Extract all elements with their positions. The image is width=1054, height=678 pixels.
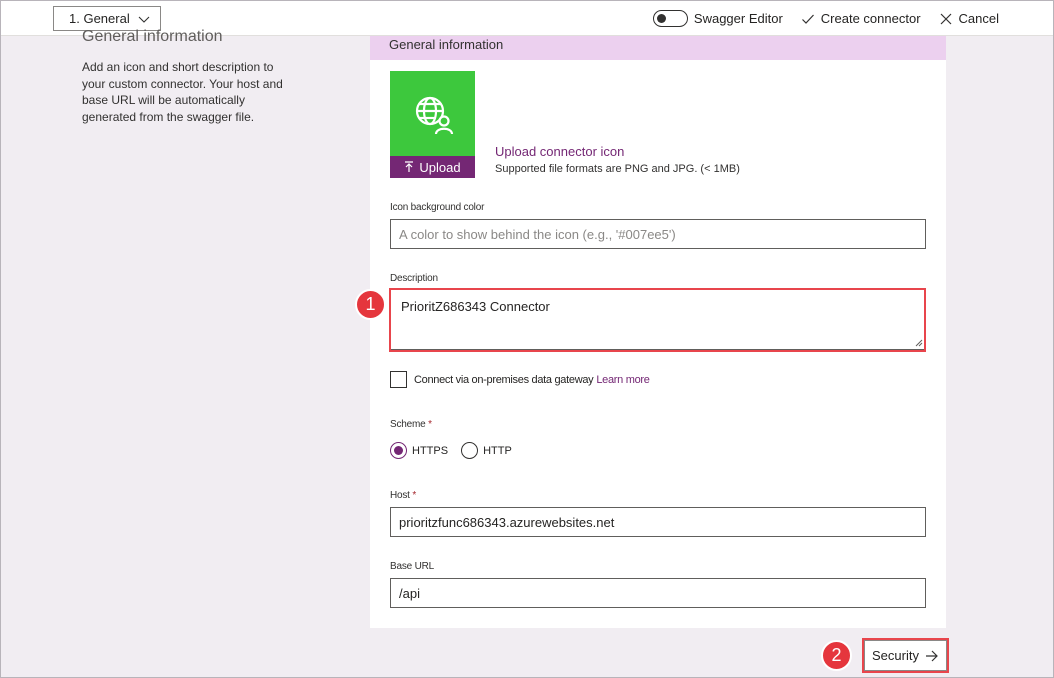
close-icon	[940, 13, 951, 24]
scheme-label: Scheme *	[390, 419, 432, 430]
required-marker: *	[428, 419, 432, 430]
host-label-text: Host	[390, 490, 410, 501]
upload-connector-icon-link[interactable]: Upload connector icon	[495, 144, 624, 159]
section-description: Add an icon and short description to you…	[82, 60, 283, 124]
scheme-label-text: Scheme	[390, 419, 426, 430]
toggle-knob	[656, 14, 666, 23]
step-dropdown-label: 1. General	[69, 11, 130, 26]
checkmark-icon	[801, 14, 814, 24]
scheme-option-http-label: HTTP	[483, 444, 512, 457]
upload-format-note: Supported file formats are PNG and JPG. …	[495, 163, 740, 175]
swagger-editor-label: Swagger Editor	[693, 11, 783, 26]
base-url-input[interactable]: /api	[390, 578, 926, 608]
cancel-label: Cancel	[958, 11, 999, 26]
upload-button[interactable]: Upload	[390, 156, 475, 178]
icon-bg-color-input[interactable]: A color to show behind the icon (e.g., '…	[390, 219, 926, 249]
app-frame: 1. General Swagger Editor Create connect…	[0, 0, 1054, 678]
gateway-label: Connect via on-premises data gateway	[414, 373, 594, 386]
section-title: General information	[82, 28, 223, 45]
swagger-editor-toggle[interactable]: Swagger Editor	[652, 10, 783, 27]
toolbar-actions: Swagger Editor Create connector Cancel	[635, 1, 999, 36]
description-label: Description	[390, 273, 438, 284]
host-input[interactable]: prioritzfunc686343.azurewebsites.net	[390, 507, 926, 537]
learn-more-link[interactable]: Learn more	[596, 374, 650, 386]
scheme-radio-group: HTTPS HTTP	[390, 442, 525, 459]
step-badge-2: 2	[821, 640, 852, 671]
gateway-checkbox[interactable]	[390, 371, 407, 388]
upload-icon	[405, 161, 414, 172]
base-url-label: Base URL	[390, 561, 434, 572]
icon-bg-color-label: Icon background color	[390, 202, 485, 213]
radio-http[interactable]	[461, 442, 479, 459]
description-highlight	[389, 288, 926, 352]
upload-button-label: Upload	[419, 159, 461, 175]
card-header: General information	[370, 36, 946, 60]
create-connector-label: Create connector	[820, 11, 921, 26]
cancel-button[interactable]: Cancel	[939, 11, 999, 26]
host-label: Host *	[390, 490, 416, 501]
radio-https[interactable]	[390, 442, 407, 459]
required-marker: *	[412, 490, 417, 501]
scheme-option-https[interactable]: HTTPS	[390, 442, 448, 459]
step-badge-1: 1	[355, 289, 386, 320]
scheme-option-https-label: HTTPS	[412, 444, 449, 457]
scheme-option-http[interactable]: HTTP	[461, 442, 512, 459]
toggle-switch[interactable]	[652, 10, 688, 27]
globe-user-icon	[415, 96, 453, 134]
security-highlight	[862, 638, 949, 673]
gateway-checkbox-row: Connect via on-premises data gateway Lea…	[390, 371, 650, 388]
connector-icon-preview	[390, 71, 475, 156]
create-connector-button[interactable]: Create connector	[801, 11, 921, 26]
chevron-down-icon	[138, 16, 150, 23]
